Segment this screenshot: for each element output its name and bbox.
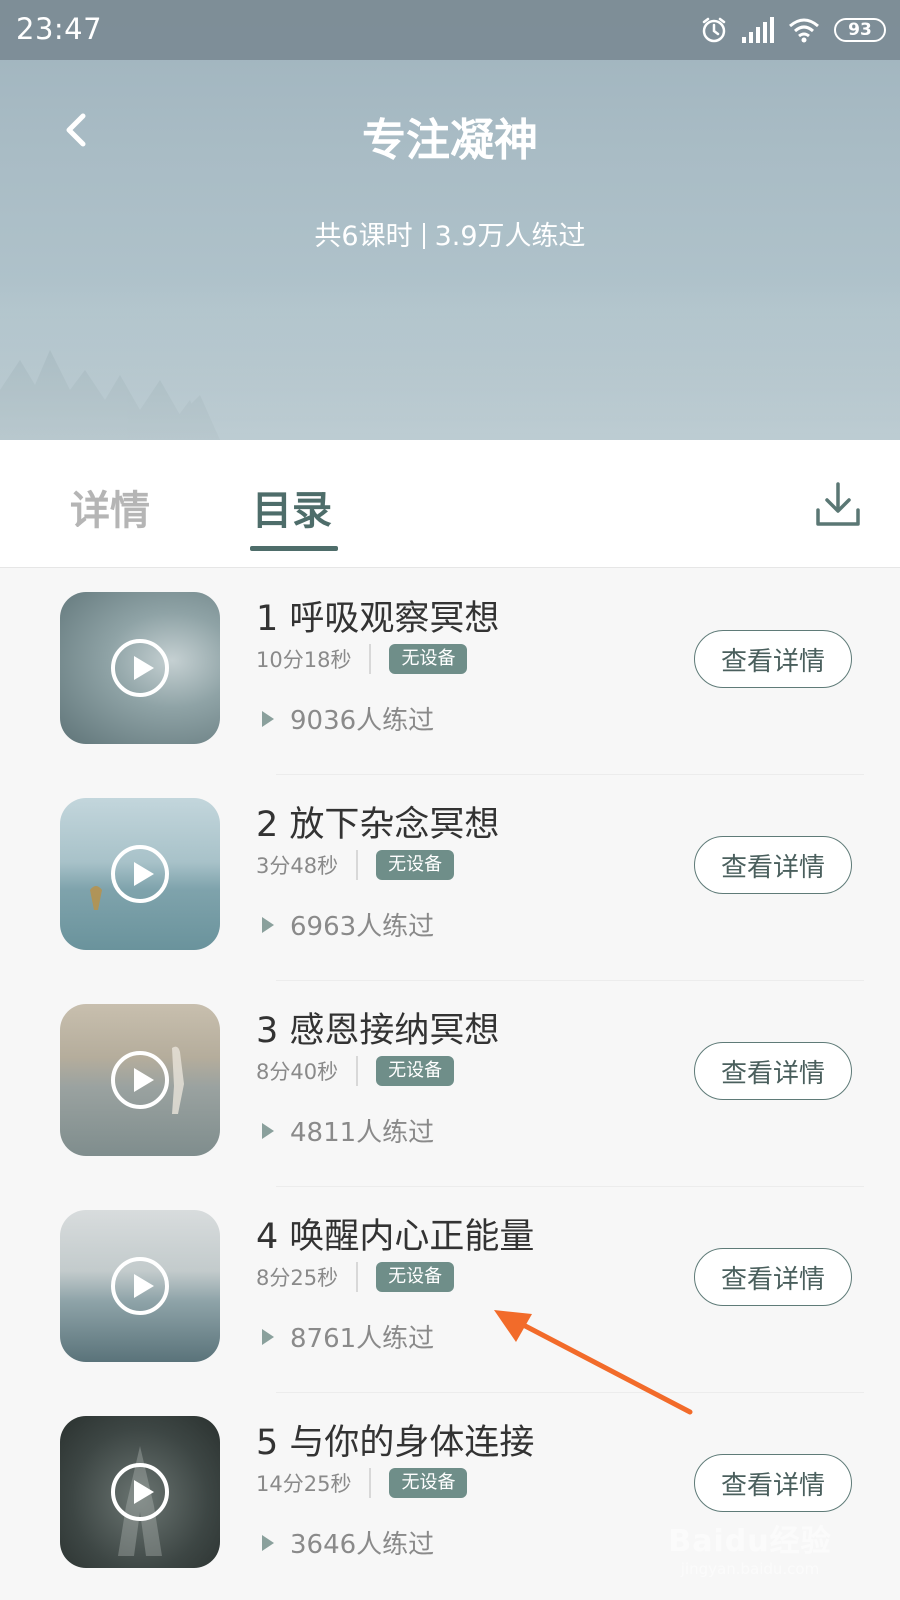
lesson-thumbnail[interactable] [60, 1416, 220, 1568]
page-title: 专注凝神 [362, 115, 538, 166]
download-button[interactable] [814, 480, 862, 530]
play-icon[interactable] [111, 1257, 169, 1315]
lesson-row[interactable]: 2 放下杂念冥想 3分48秒 无设备 6963人练过 查看详情 [0, 774, 900, 981]
lesson-meta: 8分40秒 无设备 [256, 1056, 455, 1086]
lesson-practice-count: 8761人练过 [262, 1318, 434, 1355]
view-details-button[interactable]: 查看详情 [694, 630, 852, 688]
lesson-title: 1 呼吸观察冥想 [256, 599, 500, 639]
equipment-badge: 无设备 [376, 1056, 455, 1086]
course-stats: 共6课时 3.9万人练过 [0, 214, 900, 253]
meta-divider [369, 1468, 372, 1498]
status-bar: 23:47 93 [0, 0, 900, 60]
status-icons: 93 [700, 14, 886, 46]
practice-count-text: 9036人练过 [290, 706, 435, 736]
tab-details[interactable]: 详情 [70, 478, 150, 536]
practice-count-text: 6963人练过 [290, 912, 435, 942]
lesson-practice-count: 3646人练过 [262, 1524, 434, 1561]
lesson-meta: 10分18秒 无设备 [256, 644, 468, 674]
play-icon[interactable] [111, 639, 169, 697]
lesson-title: 4 唤醒内心正能量 [256, 1217, 535, 1257]
annotation-arrow-icon [494, 1310, 693, 1415]
equipment-badge: 无设备 [389, 1468, 468, 1498]
tab-bar: 详情 目录 [0, 440, 900, 568]
equipment-badge: 无设备 [389, 644, 468, 674]
view-details-button[interactable]: 查看详情 [694, 1248, 852, 1306]
play-small-icon [262, 1328, 274, 1345]
alarm-icon [702, 17, 726, 43]
play-small-icon [262, 710, 274, 727]
meta-divider [356, 850, 359, 880]
play-small-icon [262, 1122, 274, 1139]
practice-count: 3.9万人练过 [434, 221, 586, 252]
signal-icon [742, 17, 774, 43]
lesson-row[interactable]: 1 呼吸观察冥想 10分18秒 无设备 9036人练过 查看详情 [0, 568, 900, 775]
lesson-meta: 14分25秒 无设备 [256, 1468, 468, 1498]
play-icon[interactable] [111, 845, 169, 903]
equipment-badge: 无设备 [376, 1262, 455, 1292]
lesson-thumbnail[interactable] [60, 798, 220, 950]
lesson-duration: 10分18秒 [256, 648, 352, 672]
lesson-practice-count: 9036人练过 [262, 700, 434, 737]
stats-divider [422, 223, 425, 249]
lesson-thumbnail[interactable] [60, 1004, 220, 1156]
lesson-meta: 3分48秒 无设备 [256, 850, 455, 880]
course-header: 23:47 93 专注凝神 共6课时 3.9万人练过 [0, 0, 900, 440]
lesson-row[interactable]: 4 唤醒内心正能量 8分25秒 无设备 8761人练过 查看详情 [0, 1186, 900, 1393]
lesson-title: 3 感恩接纳冥想 [256, 1011, 500, 1051]
play-icon[interactable] [111, 1051, 169, 1109]
practice-count-text: 3646人练过 [290, 1530, 435, 1560]
play-icon[interactable] [111, 1463, 169, 1521]
watermark-url: jingyan.baidu.com [680, 1560, 820, 1578]
lesson-thumbnail[interactable] [60, 592, 220, 744]
play-small-icon [262, 1534, 274, 1551]
battery-icon: 93 [834, 18, 886, 42]
practice-count-text: 4811人练过 [290, 1118, 435, 1148]
practice-count-text: 8761人练过 [290, 1324, 435, 1354]
lesson-count: 共6课时 [314, 221, 413, 252]
lesson-practice-count: 6963人练过 [262, 906, 434, 943]
mist-overlay [0, 280, 900, 440]
meta-divider [356, 1056, 359, 1086]
status-time: 23:47 [16, 12, 103, 46]
active-tab-indicator [250, 546, 338, 551]
lesson-practice-count: 4811人练过 [262, 1112, 434, 1149]
lesson-thumbnail[interactable] [60, 1210, 220, 1362]
lesson-title: 5 与你的身体连接 [256, 1423, 535, 1463]
lesson-duration: 8分25秒 [256, 1266, 339, 1290]
watermark-logo: Baidu经验 [668, 1524, 832, 1559]
meta-divider [356, 1262, 359, 1292]
view-details-button[interactable]: 查看详情 [694, 836, 852, 894]
lesson-title: 2 放下杂念冥想 [256, 805, 500, 845]
lesson-meta: 8分25秒 无设备 [256, 1262, 455, 1292]
view-details-button[interactable]: 查看详情 [694, 1454, 852, 1512]
lesson-duration: 14分25秒 [256, 1472, 352, 1496]
lesson-duration: 3分48秒 [256, 854, 339, 878]
tab-catalog[interactable]: 目录 [252, 478, 332, 536]
wifi-icon [789, 18, 819, 43]
lesson-row[interactable]: 3 感恩接纳冥想 8分40秒 无设备 4811人练过 查看详情 [0, 980, 900, 1187]
play-small-icon [262, 916, 274, 933]
meta-divider [369, 644, 372, 674]
lesson-duration: 8分40秒 [256, 1060, 339, 1084]
baidu-watermark: Baidu经验 jingyan.baidu.com [660, 1516, 840, 1582]
view-details-button[interactable]: 查看详情 [694, 1042, 852, 1100]
equipment-badge: 无设备 [376, 850, 455, 880]
download-icon [816, 482, 860, 526]
